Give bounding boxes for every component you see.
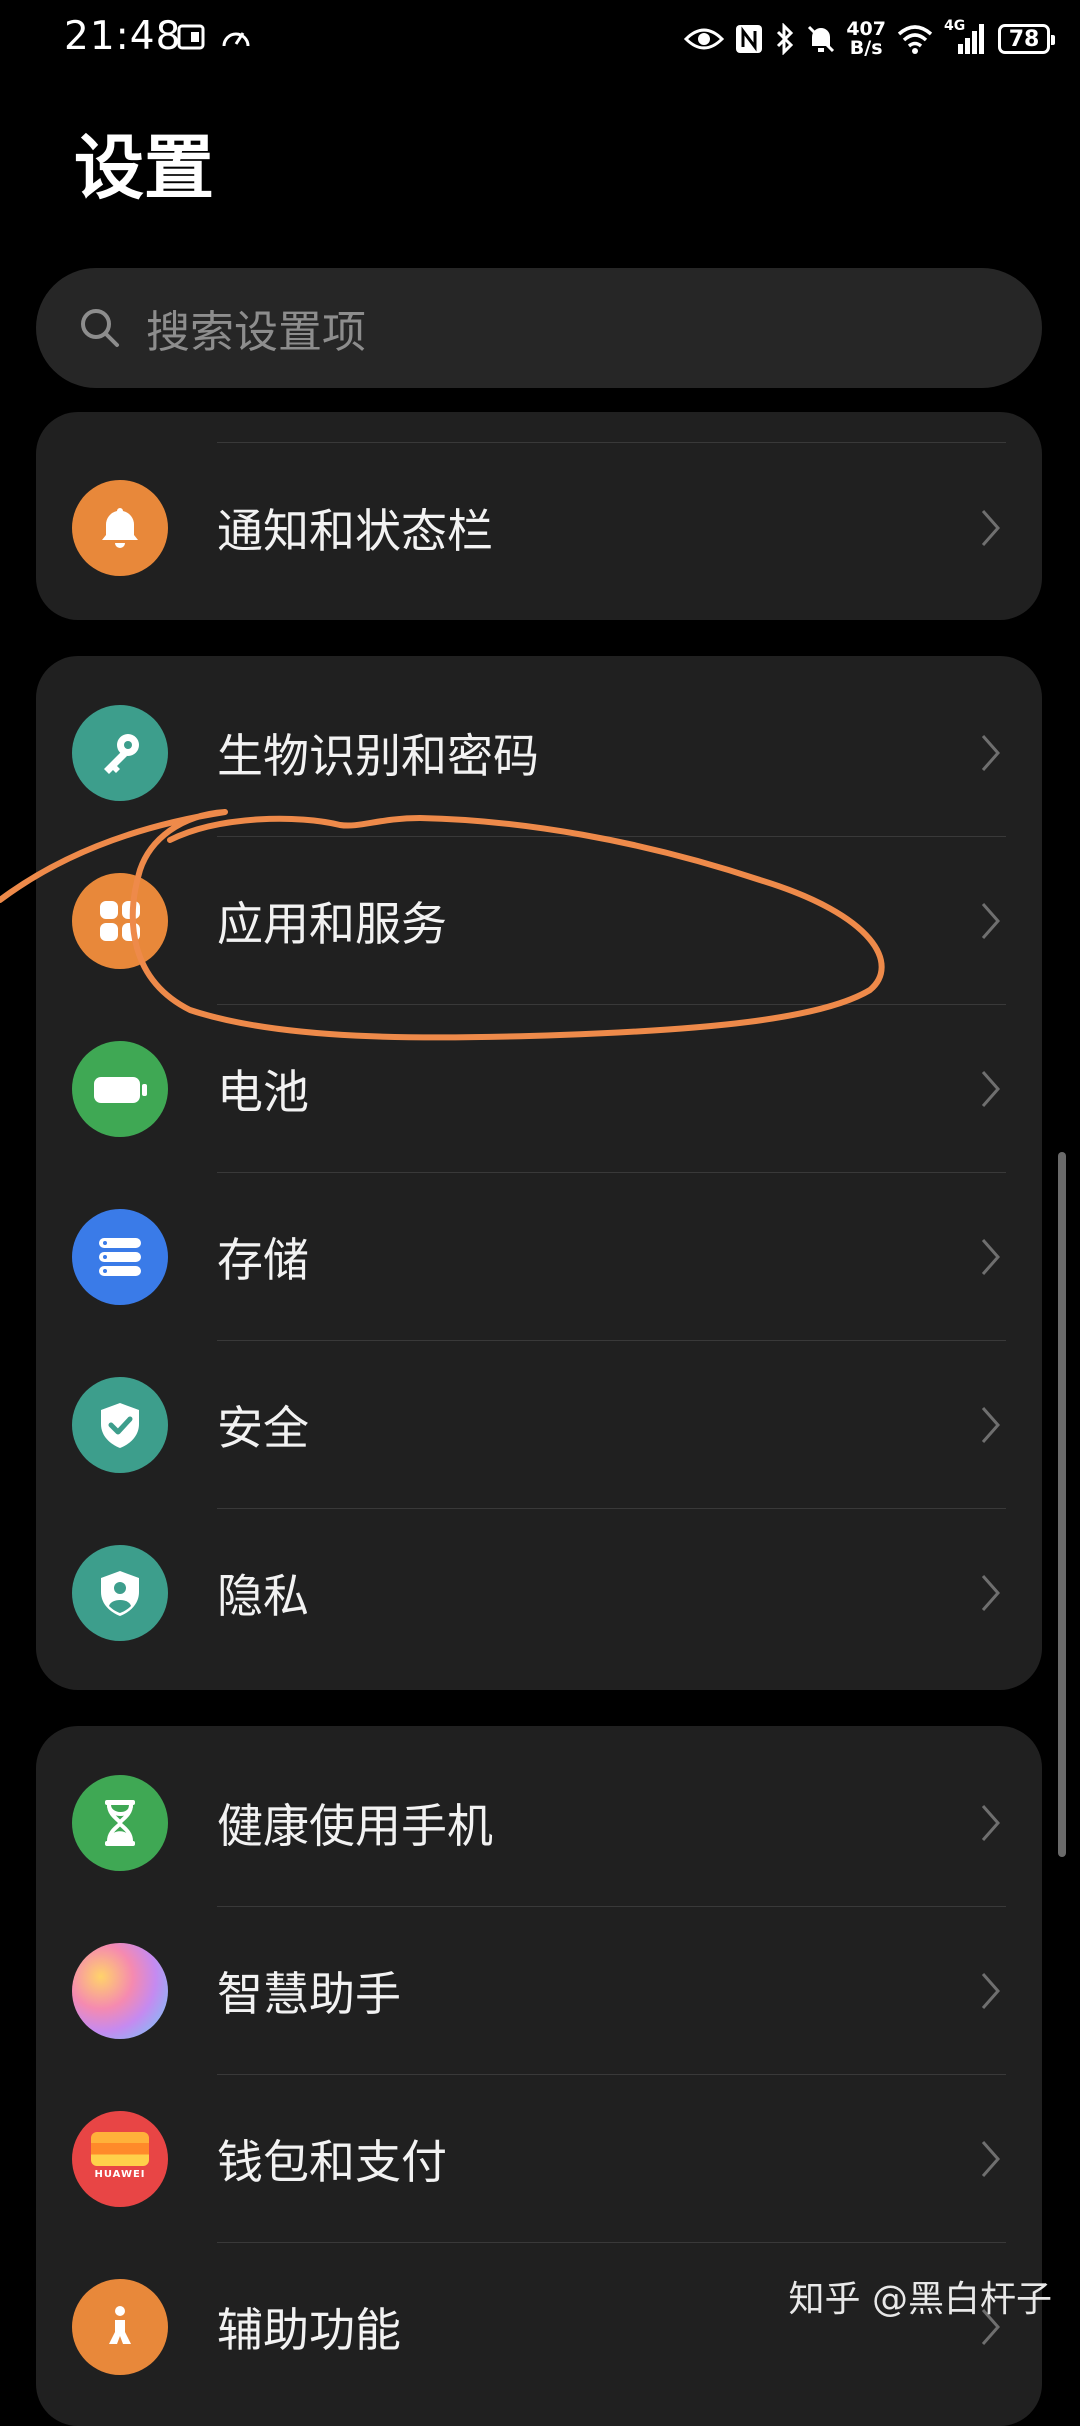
settings-item-security[interactable]: 安全 bbox=[36, 1341, 1042, 1509]
network-speed-unit: B/s bbox=[849, 37, 883, 59]
bluetooth-icon bbox=[777, 23, 794, 55]
status-bar: 21:48 407 B/s 4G 78 bbox=[0, 0, 1080, 78]
storage-icon bbox=[72, 1209, 168, 1305]
settings-group-security: 生物识别和密码 应用和服务 电池 存储 安全 隐私 bbox=[36, 656, 1042, 1690]
watermark: 知乎 @黑白杆子 bbox=[788, 2279, 1052, 2320]
chevron-right-icon bbox=[981, 1805, 1001, 1841]
assistant-icon bbox=[72, 1943, 168, 2039]
settings-item-storage[interactable]: 存储 bbox=[36, 1173, 1042, 1341]
speedometer-icon bbox=[222, 32, 250, 47]
wallet-brand-text: HUAWEI bbox=[94, 2169, 146, 2180]
battery-level: 78 bbox=[1008, 26, 1040, 52]
settings-item-battery[interactable]: 电池 bbox=[36, 1005, 1042, 1173]
chevron-right-icon bbox=[981, 1407, 1001, 1443]
settings-item-wallet[interactable]: HUAWEI 钱包和支付 bbox=[36, 2075, 1042, 2243]
settings-item-label: 健康使用手机 bbox=[217, 1799, 493, 1853]
settings-item-label: 存储 bbox=[217, 1233, 309, 1287]
chevron-right-icon bbox=[981, 903, 1001, 939]
settings-group-notifications: 通知和状态栏 bbox=[36, 412, 1042, 620]
bell-icon bbox=[72, 480, 168, 576]
status-time: 21:48 bbox=[64, 14, 182, 59]
signal-bars-icon bbox=[958, 24, 984, 54]
chevron-right-icon bbox=[981, 735, 1001, 771]
settings-item-digital-balance[interactable]: 健康使用手机 bbox=[36, 1739, 1042, 1907]
wallet-icon: HUAWEI bbox=[72, 2111, 168, 2207]
eye-icon bbox=[684, 28, 725, 50]
divider bbox=[217, 442, 1006, 443]
chevron-right-icon bbox=[981, 1973, 1001, 2009]
battery-indicator: 78 bbox=[998, 24, 1055, 54]
status-left-icons bbox=[176, 22, 252, 52]
settings-item-label: 安全 bbox=[217, 1401, 309, 1455]
accessibility-icon bbox=[72, 2279, 168, 2375]
notification-card-icon bbox=[177, 24, 205, 50]
apps-icon bbox=[72, 873, 168, 969]
wifi-icon bbox=[897, 25, 933, 54]
network-speed: 407 B/s bbox=[846, 20, 886, 58]
search-placeholder: 搜索设置项 bbox=[146, 307, 366, 358]
settings-item-privacy[interactable]: 隐私 bbox=[36, 1509, 1042, 1677]
settings-item-label: 智慧助手 bbox=[217, 1967, 401, 2021]
status-right-icons: 407 B/s 4G 78 bbox=[684, 14, 1055, 64]
mute-bell-icon bbox=[808, 25, 835, 53]
chevron-right-icon bbox=[981, 1239, 1001, 1275]
settings-item-label: 辅助功能 bbox=[217, 2303, 401, 2357]
settings-item-label: 电池 bbox=[217, 1065, 309, 1119]
privacy-icon bbox=[72, 1545, 168, 1641]
settings-item-label: 通知和状态栏 bbox=[217, 504, 493, 558]
settings-item-accessibility[interactable]: 辅助功能 bbox=[36, 2243, 1042, 2411]
page-title: 设置 bbox=[74, 127, 214, 209]
settings-item-biometrics[interactable]: 生物识别和密码 bbox=[36, 669, 1042, 837]
settings-item-label: 隐私 bbox=[217, 1569, 309, 1623]
search-bar[interactable]: 搜索设置项 bbox=[36, 268, 1042, 388]
settings-item-label: 生物识别和密码 bbox=[217, 729, 539, 783]
hourglass-icon bbox=[72, 1775, 168, 1871]
battery-icon bbox=[72, 1041, 168, 1137]
chevron-right-icon bbox=[981, 510, 1001, 546]
search-icon bbox=[81, 309, 119, 347]
settings-item-smart-assistant[interactable]: 智慧助手 bbox=[36, 1907, 1042, 2075]
scrollbar[interactable] bbox=[1058, 1152, 1066, 1857]
shield-check-icon bbox=[72, 1377, 168, 1473]
settings-item-label: 钱包和支付 bbox=[217, 2135, 447, 2189]
chevron-right-icon bbox=[981, 2141, 1001, 2177]
chevron-right-icon bbox=[981, 1575, 1001, 1611]
chevron-right-icon bbox=[981, 1071, 1001, 1107]
key-icon bbox=[72, 705, 168, 801]
nfc-icon bbox=[736, 25, 763, 53]
settings-item-label: 应用和服务 bbox=[217, 897, 447, 951]
settings-item-apps-services[interactable]: 应用和服务 bbox=[36, 837, 1042, 1005]
settings-item-notifications[interactable]: 通知和状态栏 bbox=[36, 444, 1042, 612]
cellular-signal: 4G bbox=[944, 18, 988, 56]
